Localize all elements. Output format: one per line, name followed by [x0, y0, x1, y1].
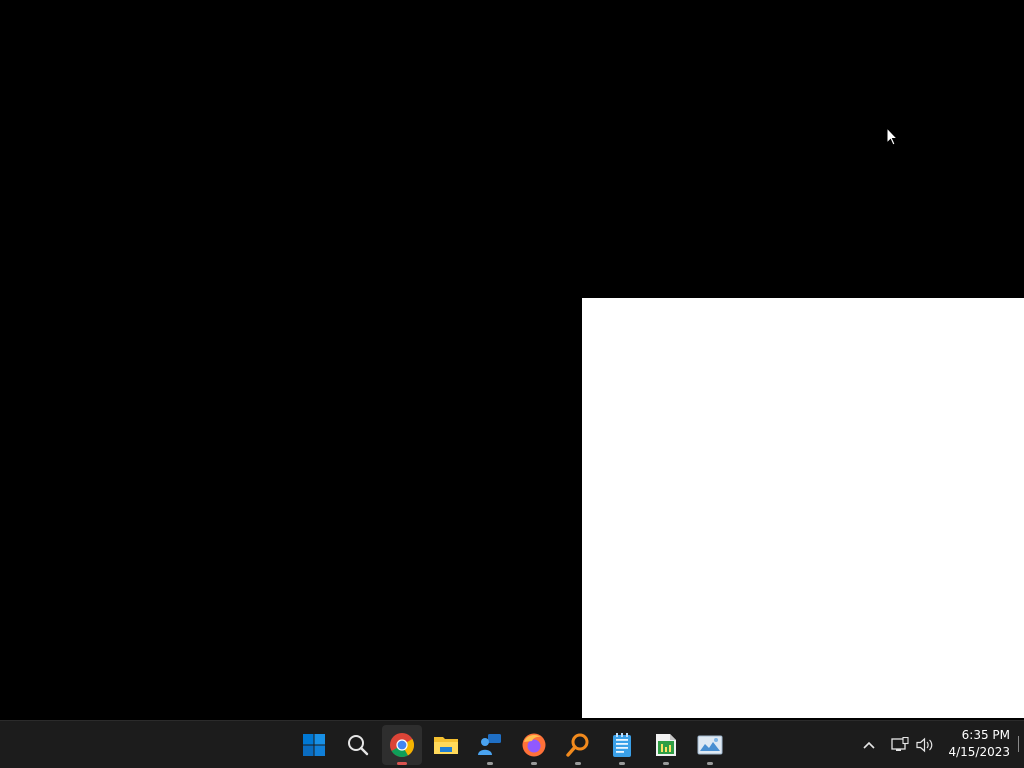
taskbar-firefox[interactable] [512, 721, 556, 768]
search-tool-icon [566, 733, 589, 757]
running-indicator [619, 762, 625, 765]
search-button[interactable] [336, 721, 380, 768]
taskbar-search-tool[interactable] [556, 721, 600, 768]
running-indicator [397, 762, 407, 765]
image-viewer-icon [697, 735, 723, 755]
taskbar-chrome[interactable] [380, 721, 424, 768]
show-hidden-icons-button[interactable] [858, 721, 880, 768]
taskbar: 6:35 PM 4/15/2023 [0, 720, 1024, 768]
running-indicator [487, 762, 493, 765]
firefox-icon [522, 733, 546, 757]
taskbar-people-app[interactable] [468, 721, 512, 768]
clock-date: 4/15/2023 [948, 745, 1010, 759]
file-explorer-icon [434, 737, 458, 754]
blank-window[interactable] [582, 298, 1024, 718]
notepad-icon [613, 733, 631, 757]
volume-button[interactable] [914, 721, 936, 768]
network-button[interactable] [890, 721, 910, 768]
chevron-up-icon [863, 741, 875, 749]
windows-start-icon [303, 734, 325, 756]
running-indicator [663, 762, 669, 765]
chrome-icon [390, 733, 415, 758]
taskbar-spreadsheet-editor[interactable] [644, 721, 688, 768]
running-indicator [707, 762, 713, 765]
running-indicator [531, 762, 537, 765]
search-icon [348, 735, 369, 756]
taskbar-apps [292, 721, 732, 768]
mouse-cursor-icon [886, 127, 898, 146]
taskbar-file-explorer[interactable] [424, 721, 468, 768]
show-desktop-button[interactable] [1018, 736, 1019, 752]
clock[interactable]: 6:35 PM 4/15/2023 [944, 727, 1010, 763]
taskbar-notepad[interactable] [600, 721, 644, 768]
people-app-icon [478, 734, 501, 755]
taskbar-image-viewer[interactable] [688, 721, 732, 768]
start-button[interactable] [292, 721, 336, 768]
running-indicator [575, 762, 581, 765]
spreadsheet-editor-icon [656, 734, 676, 756]
volume-icon [916, 737, 933, 753]
clock-time: 6:35 PM [961, 728, 1010, 742]
network-icon [891, 737, 909, 751]
